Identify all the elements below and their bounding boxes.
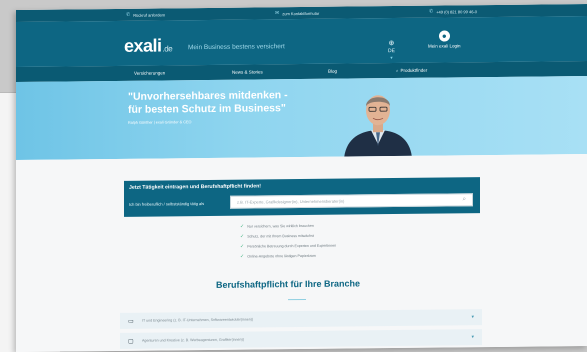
laptop-icon: ▭ (128, 318, 134, 325)
check-icon: ✓ (240, 253, 245, 260)
phone-icon: ✆ (126, 11, 131, 18)
benefit-text: Schutz, der mit Ihrem Business mitwächst (247, 233, 314, 239)
nav-item-produktfinder[interactable]: ⌕ Produktfinder (396, 67, 494, 73)
header-tagline: Mein Business bestens versichert (188, 43, 285, 52)
monitor-icon: ▢ (128, 338, 134, 345)
finder-card: Jetzt Tätigkeit eintragen und Berufshaft… (124, 177, 480, 217)
language-code: DE (388, 48, 395, 55)
exali-logo[interactable]: exali.de (124, 35, 172, 57)
chevron-down-icon: ▾ (471, 314, 474, 321)
branch-row-it[interactable]: ▭ IT und Engineering (z. B. IT-Unternehm… (120, 309, 482, 329)
mail-icon: ✉ (275, 10, 280, 17)
callback-link[interactable]: ✆ Rückruf anfordern (126, 11, 166, 18)
occupation-search-input[interactable]: z.B. IT-Experte, Grafikdesigner(in), Unt… (230, 193, 473, 209)
language-selector[interactable]: ⊕ DE ▼ (388, 39, 395, 60)
occupation-placeholder: z.B. IT-Experte, Grafikdesigner(in), Unt… (237, 198, 345, 205)
benefit-text: Persönliche Betreuung durch Experten und… (247, 243, 337, 249)
check-icon: ✓ (240, 223, 245, 230)
branch-label: Agenturen und Kreative (z. B. Werbeagent… (142, 337, 245, 343)
site-header: exali.de Mein Business bestens versicher… (16, 16, 587, 67)
finder-title: Jetzt Tätigkeit eintragen und Berufshaft… (129, 183, 261, 191)
globe-icon: ⊕ (388, 40, 395, 48)
hero-author: Ralph Günther | exali Gründer & CEO (128, 120, 192, 125)
nav-item-versicherungen[interactable]: Versicherungen (134, 70, 232, 75)
user-icon: ● (438, 30, 450, 42)
main-content: Jetzt Tätigkeit eintragen und Berufshaft… (16, 154, 587, 352)
branch-row-agencies[interactable]: ▢ Agenturen und Kreative (z. B. Werbeage… (120, 329, 482, 349)
benefit-text: Nur versichern, was Sie wirklich brauche… (247, 223, 314, 229)
search-icon[interactable]: ⌕ (463, 196, 466, 203)
hero-quote-line-2: für besten Schutz im Business" (128, 102, 286, 116)
contact-form-link[interactable]: ✉ zum Kontaktformular (275, 10, 319, 16)
contact-form-label: zum Kontaktformular (282, 10, 320, 16)
chevron-down-icon: ▾ (471, 334, 474, 341)
search-icon: ⌕ (396, 67, 399, 74)
phone-number: +49 (0) 821 80 99 46-0 (436, 8, 477, 15)
nav-item-blog[interactable]: Blog (328, 68, 396, 74)
list-item: ✓ Online-Angebote ohne lästigen Papierkr… (240, 251, 336, 262)
branch-label: IT und Engineering (z. B. IT-Unternehmen… (142, 317, 254, 323)
benefits-list: ✓ Nur versichern, was Sie wirklich brauc… (240, 221, 336, 262)
logo-text: exali (124, 35, 162, 56)
hero-banner: "Unvorhersehbares mitdenken - für besten… (16, 76, 587, 160)
phone-icon: ✆ (428, 8, 434, 15)
logo-tld: .de (162, 44, 173, 54)
heading-divider (288, 298, 306, 301)
login-button[interactable]: ● Mein exali Login (428, 30, 461, 49)
branches-heading: Berufshaftpflicht für Ihre Branche (216, 278, 361, 290)
finder-label: Ich bin freiberuflich / selbstständig tä… (129, 201, 205, 207)
check-icon: ✓ (240, 243, 245, 250)
login-label: Mein exali Login (428, 43, 461, 49)
produktfinder-label: Produktfinder (400, 67, 428, 73)
check-icon: ✓ (240, 233, 245, 240)
callback-label: Rückruf anfordern (133, 11, 166, 18)
phone-link[interactable]: ✆ +49 (0) 821 80 99 46-0 (429, 8, 477, 15)
benefit-text: Online-Angebote ohne lästigen Papierkram (247, 253, 316, 259)
chevron-down-icon: ▼ (389, 55, 394, 61)
ceo-photo (344, 95, 412, 159)
hero-quote: "Unvorhersehbares mitdenken - für besten… (128, 89, 328, 117)
browser-screen: ✆ Rückruf anfordern ✉ zum Kontaktformula… (16, 4, 587, 352)
nav-item-news[interactable]: News & Stories (232, 69, 328, 74)
